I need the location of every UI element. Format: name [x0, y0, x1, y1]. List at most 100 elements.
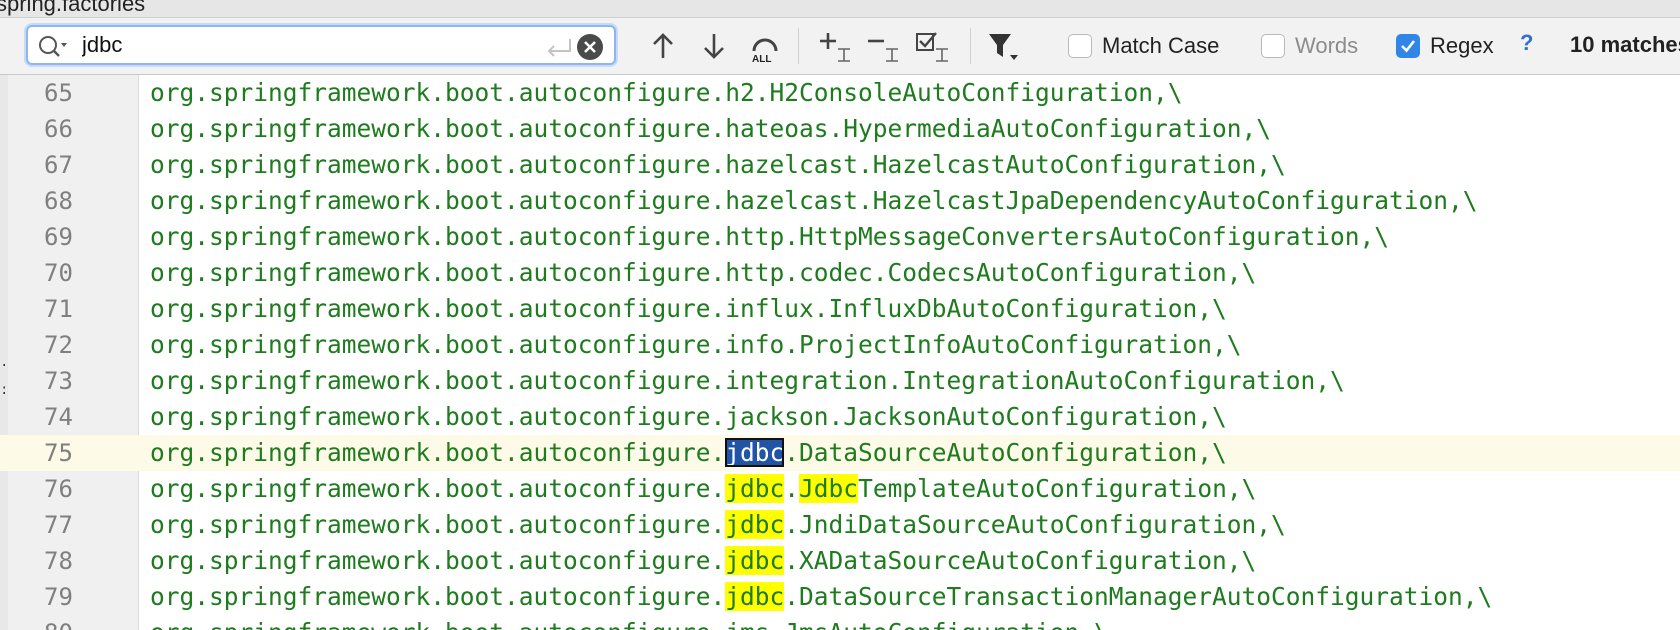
line-number-cell: 80 — [8, 615, 138, 630]
code-segment: org.springframework.boot.autoconfigure.j… — [150, 402, 1227, 431]
line-number-cell: 66 — [8, 111, 138, 147]
code-line[interactable]: 67 org.springframework.boot.autoconfigure… — [0, 147, 1680, 183]
code-text: org.springframework.boot.autoconfigure.h… — [150, 219, 1389, 255]
line-number: 75 — [44, 439, 73, 467]
search-input[interactable] — [82, 31, 522, 59]
regex-option[interactable]: Regex — [1396, 30, 1494, 62]
match-case-checkbox[interactable] — [1068, 34, 1092, 58]
line-number: 68 — [44, 187, 73, 215]
code-text: org.springframework.boot.autoconfigure.i… — [150, 327, 1242, 363]
match-case-label: Match Case — [1102, 33, 1220, 58]
line-number-cell: 70 — [8, 255, 138, 291]
next-occurrence-button[interactable] — [699, 27, 729, 65]
line-number-cell: 69 — [8, 219, 138, 255]
toggle-select-occurrence-icon — [916, 32, 948, 62]
search-box[interactable] — [26, 25, 616, 65]
line-number: 70 — [44, 259, 73, 287]
line-number-cell: 68 — [8, 183, 138, 219]
code-line[interactable]: 75 org.springframework.boot.autoconfigure… — [0, 435, 1680, 471]
code-line[interactable]: 69 org.springframework.boot.autoconfigure… — [0, 219, 1680, 255]
clear-icon[interactable] — [576, 33, 604, 61]
code-line[interactable]: 68 org.springframework.boot.autoconfigure… — [0, 183, 1680, 219]
line-number-cell: 73 — [8, 363, 138, 399]
remove-occurrence-icon — [868, 39, 898, 62]
code-line[interactable]: 76 org.springframework.boot.autoconfigure… — [0, 471, 1680, 507]
search-match: Jdbc — [799, 474, 859, 503]
code-segment: org.springframework.boot.autoconfigure.h… — [150, 186, 1478, 215]
match-count: 10 matches — [1570, 32, 1680, 57]
window-title: spring.factories — [0, 0, 146, 16]
checkmark-icon — [1401, 40, 1416, 53]
search-match: jdbc — [725, 474, 785, 503]
line-number: 77 — [44, 511, 73, 539]
code-segment: org.springframework.boot.autoconfigure.j… — [150, 618, 1109, 630]
line-number-cell: 78 — [8, 543, 138, 579]
code-segment: org.springframework.boot.autoconfigure.i… — [150, 330, 1242, 359]
regex-help-link[interactable]: ? — [1520, 30, 1533, 56]
line-number: 66 — [44, 115, 73, 143]
code-line[interactable]: 65 org.springframework.boot.autoconfigure… — [0, 75, 1680, 111]
words-option[interactable]: Words — [1261, 30, 1358, 62]
next-occurrence-icon — [704, 34, 724, 59]
match-case-option[interactable]: Match Case — [1068, 30, 1219, 62]
code-segment: . — [784, 474, 800, 503]
regex-label: Regex — [1430, 33, 1494, 58]
enter-icon — [547, 39, 571, 57]
code-text: org.springframework.boot.autoconfigure.i… — [150, 363, 1345, 399]
code-segment: org.springframework.boot.autoconfigure.h… — [150, 78, 1183, 107]
code-segment: org.springframework.boot.autoconfigure. — [150, 546, 726, 575]
code-segment: org.springframework.boot.autoconfigure.h… — [150, 222, 1390, 251]
code-segment: .XADataSourceAutoConfiguration,\ — [784, 546, 1257, 575]
search-match: jdbc — [725, 582, 785, 611]
code-line[interactable]: 80 org.springframework.boot.autoconfigure… — [0, 615, 1680, 630]
line-number: 80 — [44, 615, 73, 630]
code-line[interactable]: 71 org.springframework.boot.autoconfigure… — [0, 291, 1680, 327]
toolbar-separator — [970, 28, 971, 64]
code-text: org.springframework.boot.autoconfigure.j… — [150, 507, 1286, 543]
line-number: 69 — [44, 223, 73, 251]
code-text: org.springframework.boot.autoconfigure.h… — [150, 255, 1256, 291]
code-segment: org.springframework.boot.autoconfigure. — [150, 438, 726, 467]
code-segment: .DataSourceTransactionManagerAutoConfigu… — [784, 582, 1493, 611]
words-checkbox[interactable] — [1261, 34, 1285, 58]
previous-occurrence-button[interactable] — [648, 27, 678, 65]
code-line[interactable]: 70 org.springframework.boot.autoconfigure… — [0, 255, 1680, 291]
selected-search-match: jdbc — [725, 438, 785, 467]
filter-button[interactable] — [986, 27, 1022, 65]
code-segment: .DataSourceAutoConfiguration,\ — [784, 438, 1227, 467]
code-line[interactable]: 77 org.springframework.boot.autoconfigure… — [0, 507, 1680, 543]
add-occurrence-button[interactable] — [816, 27, 854, 65]
words-label: Words — [1295, 33, 1359, 58]
code-text: org.springframework.boot.autoconfigure.i… — [150, 291, 1227, 327]
code-segment: org.springframework.boot.autoconfigure. — [150, 474, 726, 503]
line-number: 73 — [44, 367, 73, 395]
select-all-occurrences-button[interactable]: ALL — [748, 27, 784, 65]
code-segment: org.springframework.boot.autoconfigure. — [150, 582, 726, 611]
code-text: org.springframework.boot.autoconfigure.h… — [150, 75, 1183, 111]
previous-occurrence-icon — [653, 33, 673, 58]
code-line[interactable]: 72 org.springframework.boot.autoconfigure… — [0, 327, 1680, 363]
line-number: 78 — [44, 547, 73, 575]
line-number-cell: 75 — [8, 435, 138, 471]
code-line[interactable]: 78 org.springframework.boot.autoconfigure… — [0, 543, 1680, 579]
line-number-cell: 65 — [8, 75, 138, 111]
code-segment: org.springframework.boot.autoconfigure.h… — [150, 258, 1257, 287]
line-number: 72 — [44, 331, 73, 359]
code-text: org.springframework.boot.autoconfigure.j… — [150, 399, 1227, 435]
code-segment: org.springframework.boot.autoconfigure.h… — [150, 114, 1272, 143]
toggle-select-occurrence-button[interactable] — [914, 27, 952, 65]
code-text: org.springframework.boot.autoconfigure.j… — [150, 615, 1109, 630]
search-history-icon[interactable] — [36, 33, 70, 61]
code-line[interactable]: 73 org.springframework.boot.autoconfigure… — [0, 363, 1680, 399]
regex-checkbox[interactable] — [1396, 34, 1420, 58]
line-number: 67 — [44, 151, 73, 179]
code-line[interactable]: 79 org.springframework.boot.autoconfigure… — [0, 579, 1680, 615]
code-text: org.springframework.boot.autoconfigure.h… — [150, 147, 1286, 183]
code-line[interactable]: 66 org.springframework.boot.autoconfigure… — [0, 111, 1680, 147]
code-line[interactable]: 74 org.springframework.boot.autoconfigure… — [0, 399, 1680, 435]
code-text: org.springframework.boot.autoconfigure.j… — [150, 579, 1492, 615]
code-editor[interactable]: . : 65 org.springframework.boot.autoconfi… — [0, 75, 1680, 630]
line-number: 79 — [44, 583, 73, 611]
remove-occurrence-button[interactable] — [864, 27, 902, 65]
code-text: org.springframework.boot.autoconfigure.j… — [150, 471, 1256, 507]
